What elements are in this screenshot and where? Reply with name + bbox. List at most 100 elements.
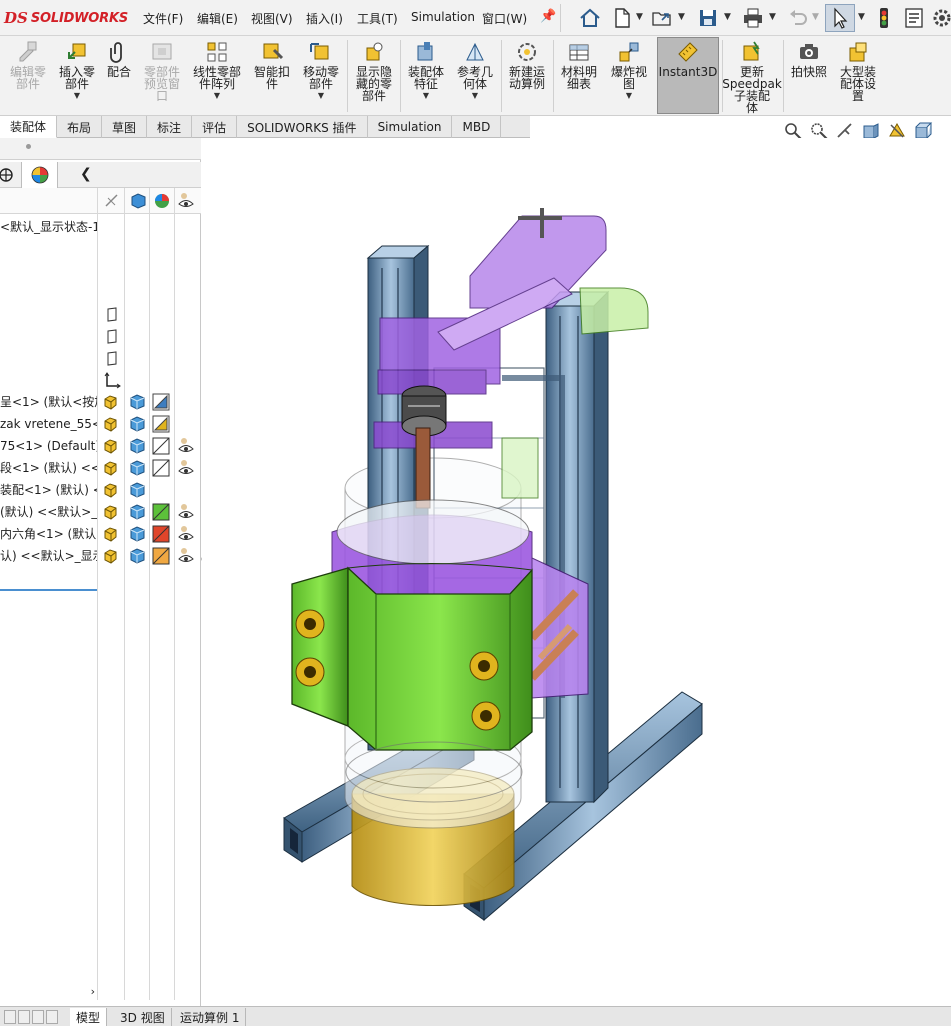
appearance-swatch-icon[interactable]	[152, 525, 170, 543]
component-icon[interactable]	[102, 415, 120, 433]
linear-pattern-button[interactable]: 线性零部 件阵列 ▼	[189, 38, 245, 114]
solidworks-logo[interactable]: DS SOLIDWORKS	[4, 8, 128, 28]
display-mode-column-icon[interactable]	[129, 192, 147, 210]
component-icon[interactable]	[102, 393, 120, 411]
rollback-bar[interactable]	[0, 589, 97, 591]
menu-view[interactable]: 视图(V)	[251, 10, 293, 27]
exploded-view-button[interactable]: 爆炸视 图 ▼	[606, 38, 652, 114]
select-button[interactable]	[825, 4, 855, 32]
show-hidden-components-button[interactable]: 显示隐 藏的零 部件	[351, 38, 397, 114]
component-icon[interactable]	[102, 481, 120, 499]
display-mode-cube-icon[interactable]	[128, 525, 146, 543]
insert-components-button[interactable]: 插入零 部件 ▼	[55, 38, 99, 114]
transparency-eye-icon[interactable]	[177, 192, 195, 210]
display-manager-tab[interactable]	[22, 162, 58, 188]
move-component-button[interactable]: 移动零 部件 ▼	[298, 38, 344, 114]
menu-window[interactable]: 窗口(W)	[482, 10, 527, 27]
tab-mbd[interactable]: MBD	[452, 116, 502, 138]
new-document-icon[interactable]	[610, 6, 634, 30]
appearance-swatch-icon[interactable]	[152, 415, 170, 433]
menu-file[interactable]: 文件(F)	[143, 10, 183, 27]
appearance-swatch-icon[interactable]	[152, 503, 170, 521]
prev-tab-nav-icon[interactable]	[18, 1010, 30, 1024]
component-icon[interactable]	[102, 547, 120, 565]
open-dropdown-icon[interactable]: ▼	[678, 12, 685, 22]
scroll-right-icon[interactable]: ›	[91, 985, 95, 998]
print-icon[interactable]	[741, 6, 765, 30]
large-assembly-settings-button[interactable]: 大型装 配体设 置	[835, 38, 881, 114]
lead-screw[interactable]	[415, 427, 431, 509]
visibility-eye-icon[interactable]	[177, 503, 195, 521]
component-icon[interactable]	[102, 437, 120, 455]
menu-tools[interactable]: 工具(T)	[357, 10, 398, 27]
mate-button[interactable]: 配合	[103, 38, 135, 114]
display-mode-cube-icon[interactable]	[128, 481, 146, 499]
next-tab-nav-icon[interactable]	[32, 1010, 44, 1024]
appearance-swatch-icon[interactable]	[152, 547, 170, 565]
chevron-down-icon[interactable]: ▼	[214, 91, 220, 100]
graphics-area[interactable]	[202, 138, 951, 1006]
visibility-eye-icon[interactable]	[177, 437, 195, 455]
tree-component-row[interactable]: 装配<1> (默认) <<默	[0, 482, 97, 498]
bom-button[interactable]: 材料明 细表	[556, 38, 602, 114]
tab-3d-view[interactable]: 3D 视图	[114, 1008, 172, 1026]
tree-component-row[interactable]: (默认) <<默认>_显	[0, 504, 97, 520]
chevron-down-icon[interactable]: ▼	[626, 91, 632, 100]
component-icon[interactable]	[102, 459, 120, 477]
appearance-swatch-icon[interactable]	[152, 459, 170, 477]
visibility-eye-icon[interactable]	[177, 547, 195, 565]
display-mode-cube-icon[interactable]	[128, 459, 146, 477]
tab-motion-study[interactable]: 运动算例 1	[174, 1008, 247, 1026]
last-tab-nav-icon[interactable]	[46, 1010, 58, 1024]
chevron-down-icon[interactable]: ▼	[318, 91, 324, 100]
tree-component-row[interactable]: zak vretene_55<1	[0, 416, 97, 432]
display-mode-cube-icon[interactable]	[128, 393, 146, 411]
dimxpert-tab[interactable]	[0, 162, 22, 188]
visibility-eye-icon[interactable]	[177, 459, 195, 477]
component-preview-button[interactable]: 零部件 预览窗 口	[139, 38, 185, 114]
origin-icon[interactable]	[103, 372, 121, 390]
hide-show-column-icon[interactable]	[103, 192, 121, 210]
undo-dropdown-icon[interactable]: ▼	[812, 12, 819, 22]
smart-fasteners-button[interactable]: 智能扣 件	[250, 38, 294, 114]
tree-component-row[interactable]: 75<1> (Default)	[0, 438, 97, 454]
rebuild-traffic-light-icon[interactable]	[872, 6, 896, 30]
appearance-column-icon[interactable]	[153, 192, 171, 210]
speedpak-button[interactable]: 更新 Speedpak 子装配 体	[722, 38, 782, 114]
open-folder-icon[interactable]	[650, 6, 674, 30]
select-dropdown-icon[interactable]: ▼	[858, 12, 865, 22]
options-gear-icon[interactable]	[930, 6, 951, 30]
instant3d-button[interactable]: Instant3D	[657, 37, 719, 114]
horizontal-scrollbar[interactable]: ›	[0, 985, 97, 1000]
collapse-panel-icon[interactable]: ❮	[80, 166, 92, 182]
display-mode-cube-icon[interactable]	[128, 415, 146, 433]
top-plane-icon[interactable]	[103, 328, 121, 346]
display-mode-cube-icon[interactable]	[128, 547, 146, 565]
tree-component-row[interactable]: 呈<1> (默认<按加工	[0, 394, 97, 410]
chevron-down-icon[interactable]: ▼	[423, 91, 429, 100]
chevron-down-icon[interactable]: ▼	[74, 91, 80, 100]
component-icon[interactable]	[102, 525, 120, 543]
tab-sketch[interactable]: 草图	[102, 116, 148, 138]
appearance-swatch-icon[interactable]	[152, 393, 170, 411]
new-motion-study-button[interactable]: 新建运 动算例	[504, 38, 550, 114]
panel-grip-icon[interactable]	[26, 144, 31, 149]
new-dropdown-icon[interactable]: ▼	[636, 12, 643, 22]
edit-component-button[interactable]: 编辑零 部件	[6, 38, 50, 114]
save-icon[interactable]	[696, 6, 720, 30]
undo-icon[interactable]	[786, 6, 810, 30]
tree-component-row[interactable]: 认) <<默认>_显示状	[0, 548, 97, 564]
right-plane-icon[interactable]	[103, 350, 121, 368]
tab-assembly[interactable]: 装配体	[0, 116, 58, 138]
first-tab-nav-icon[interactable]	[4, 1010, 16, 1024]
vertical-profile-right[interactable]	[544, 290, 610, 804]
print-dropdown-icon[interactable]: ▼	[769, 12, 776, 22]
pin-icon[interactable]: 📌	[540, 9, 556, 24]
display-mode-cube-icon[interactable]	[128, 437, 146, 455]
menu-insert[interactable]: 插入(I)	[306, 10, 343, 27]
tab-evaluate[interactable]: 评估	[192, 116, 238, 138]
chevron-down-icon[interactable]: ▼	[472, 91, 478, 100]
visibility-eye-icon[interactable]	[177, 525, 195, 543]
tab-layout[interactable]: 布局	[57, 116, 103, 138]
snapshot-button[interactable]: 拍快照	[786, 38, 832, 114]
